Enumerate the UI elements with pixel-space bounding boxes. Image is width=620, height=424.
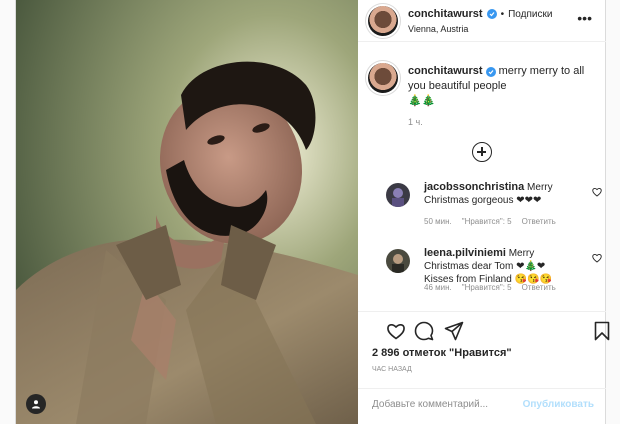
more-options-icon[interactable]: ••• <box>577 10 592 26</box>
comment-time[interactable]: 50 мин. <box>424 217 452 226</box>
reply-button[interactable]: Ответить <box>522 217 556 226</box>
following-button[interactable]: Подписки <box>508 9 552 20</box>
comment-body: leena.pilviniemi Merry Christmas dear To… <box>424 247 574 286</box>
heart-outline-icon[interactable] <box>386 321 406 341</box>
publish-comment-button[interactable]: Опубликовать <box>523 399 594 410</box>
likes-number: 2 896 <box>372 347 400 359</box>
heart-outline-icon[interactable] <box>592 187 602 197</box>
comment-likes[interactable]: "Нравится": 5 <box>462 283 512 292</box>
photo-illustration <box>16 0 358 424</box>
commenter-avatar[interactable] <box>386 249 410 273</box>
commenter-username[interactable]: leena.pilviniemi <box>424 247 506 259</box>
user-silhouette-icon <box>32 400 40 409</box>
comment-meta: 50 мин. "Нравится": 5 Ответить <box>424 217 556 226</box>
likes-suffix: отметок "Нравится" <box>402 347 512 359</box>
post-actions: 2 896 отметок "Нравится" час назад Опубл… <box>358 311 610 424</box>
post-header: conchitawurst • Подписки Vienna, Austria… <box>358 0 606 42</box>
caption-avatar[interactable] <box>368 63 398 93</box>
comment-bubble-icon[interactable] <box>414 321 434 341</box>
caption-emoji: 🎄🎄 <box>408 95 436 107</box>
comment-item: jacobssonchristina Merry Christmas gorge… <box>368 181 602 241</box>
post-photo[interactable] <box>16 0 358 424</box>
comment-body: jacobssonchristina Merry Christmas gorge… <box>424 181 574 207</box>
author-avatar[interactable] <box>368 6 398 36</box>
author-username[interactable]: conchitawurst <box>408 8 483 20</box>
caption-body: conchitawurst merry merry to all you bea… <box>408 64 598 109</box>
heart-outline-icon[interactable] <box>592 253 602 263</box>
verified-badge-icon <box>486 9 497 19</box>
bookmark-icon[interactable] <box>592 321 612 341</box>
post-card: conchitawurst • Подписки Vienna, Austria… <box>15 0 610 424</box>
reply-button[interactable]: Ответить <box>522 283 556 292</box>
post-side-panel: conchitawurst • Подписки Vienna, Austria… <box>358 0 610 424</box>
user-tag-icon[interactable] <box>26 394 46 414</box>
commenter-avatar[interactable] <box>386 183 410 207</box>
commenter-username[interactable]: jacobssonchristina <box>424 181 524 193</box>
caption-username[interactable]: conchitawurst <box>408 65 483 77</box>
comment-likes[interactable]: "Нравится": 5 <box>462 217 512 226</box>
comment-meta: 46 мин. "Нравится": 5 Ответить <box>424 283 556 292</box>
separator-dot: • <box>500 8 505 20</box>
add-comment-input[interactable] <box>372 399 512 410</box>
plus-circle-icon[interactable] <box>472 142 492 162</box>
header-user-line: conchitawurst • Подписки <box>408 8 552 20</box>
add-comment-form: Опубликовать <box>358 388 606 424</box>
caption-time[interactable]: 1 ч. <box>408 117 423 127</box>
location-link[interactable]: Vienna, Austria <box>408 24 468 34</box>
post-timestamp[interactable]: час назад <box>372 366 412 373</box>
comment-item: leena.pilviniemi Merry Christmas dear To… <box>368 247 602 307</box>
verified-badge-icon <box>485 67 496 77</box>
paper-plane-icon[interactable] <box>444 321 464 341</box>
comments-list[interactable]: conchitawurst merry merry to all you bea… <box>358 43 606 311</box>
comment-time[interactable]: 46 мин. <box>424 283 452 292</box>
likes-count[interactable]: 2 896 отметок "Нравится" <box>372 347 512 359</box>
